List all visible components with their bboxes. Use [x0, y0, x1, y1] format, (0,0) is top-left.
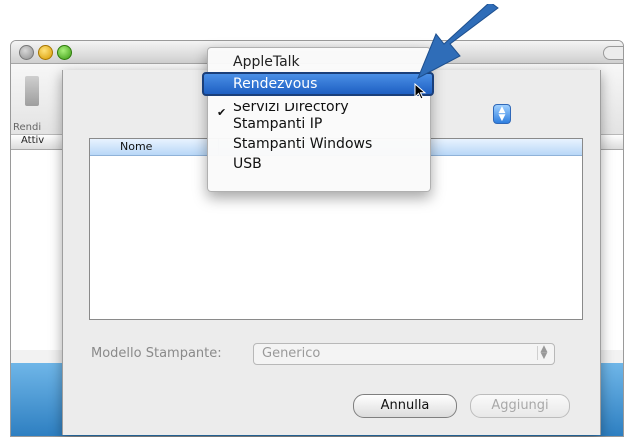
- toolbar-item-label: Rendi: [13, 122, 42, 133]
- column-header-name[interactable]: Nome: [120, 140, 152, 153]
- mouse-pointer-icon: [414, 83, 427, 100]
- popup-arrows-icon: ▲ ▼: [498, 105, 506, 123]
- close-window-button[interactable]: [19, 45, 34, 60]
- zoom-window-button[interactable]: [57, 45, 72, 60]
- cancel-button[interactable]: Annulla: [353, 394, 457, 418]
- menu-item-appletalk[interactable]: AppleTalk: [208, 52, 430, 72]
- connection-type-popup[interactable]: ▲ ▼: [493, 104, 511, 124]
- menu-item-ip-printers[interactable]: Stampanti IP: [208, 114, 430, 134]
- chevron-updown-icon: ▲ ▼: [537, 345, 550, 361]
- menu-item-usb[interactable]: USB: [208, 154, 430, 174]
- menu-item-windows-printers[interactable]: Stampanti Windows: [208, 134, 430, 154]
- printer-model-select[interactable]: Generico ▲ ▼: [253, 343, 555, 365]
- printer-model-label: Modello Stampante:: [91, 346, 222, 361]
- add-button[interactable]: Aggiungi: [470, 394, 570, 418]
- column-header-active[interactable]: Attiv: [21, 135, 44, 146]
- connection-type-menu: AppleTalk ✔ Servizi Directory Rendezvous…: [202, 47, 434, 192]
- callout-arrow-icon: [417, 4, 499, 80]
- toolbar-item-icon[interactable]: [25, 76, 39, 106]
- toolbar-toggle-button[interactable]: [603, 46, 623, 60]
- menu-item-label: Servizi Directory: [233, 99, 349, 115]
- minimize-window-button[interactable]: [38, 45, 53, 60]
- menu-item-rendezvous[interactable]: Rendezvous: [202, 72, 434, 96]
- printer-model-value: Generico: [262, 346, 321, 361]
